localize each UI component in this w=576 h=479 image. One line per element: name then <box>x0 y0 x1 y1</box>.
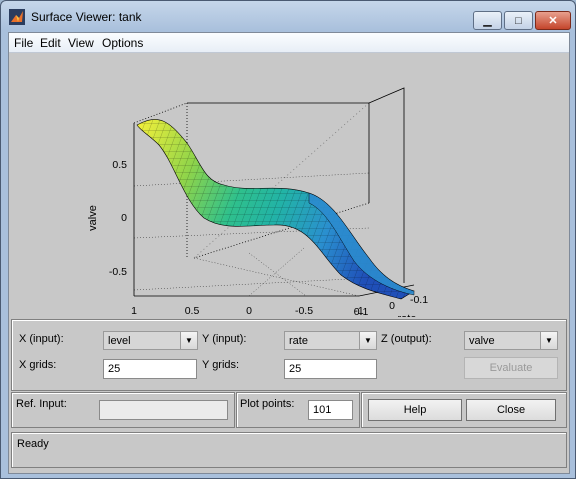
status-panel: Ready <box>11 432 567 468</box>
help-button[interactable]: Help <box>368 399 462 421</box>
client-area: File Edit View Options 0.5 0 -0.5 valve … <box>8 32 570 474</box>
z-axis-label: valve <box>87 205 99 231</box>
y-input-label: Y (input): <box>202 333 247 345</box>
maximize-button[interactable]: □ <box>504 11 533 30</box>
close-button[interactable]: Close <box>466 399 556 421</box>
x-grids-input[interactable]: 25 <box>103 359 197 379</box>
y-input-value: rate <box>289 335 308 347</box>
z-tick-label: 0 <box>121 212 127 224</box>
y-tick-label: -0.1 <box>410 294 428 306</box>
matlab-icon <box>9 9 25 25</box>
chevron-down-icon: ▼ <box>359 332 376 349</box>
axis-box-side <box>368 87 405 283</box>
menu-view[interactable]: View <box>68 36 94 50</box>
y-axis-label: rate <box>398 313 417 317</box>
close-icon: ✕ <box>548 15 558 27</box>
x-tick-label: 0.5 <box>185 305 200 317</box>
maximize-icon: □ <box>515 14 522 27</box>
window-title: Surface Viewer: tank <box>31 10 142 24</box>
y-grids-input[interactable]: 25 <box>284 359 377 379</box>
y-tick-label: 0.1 <box>354 306 369 317</box>
variables-panel: X (input): level ▼ Y (input): rate ▼ Z (… <box>11 319 567 391</box>
menu-options[interactable]: Options <box>102 36 143 50</box>
x-input-value: level <box>108 335 131 347</box>
title-bar[interactable]: Surface Viewer: tank ▁ □ ✕ <box>1 1 575 31</box>
y-tick-label: 0 <box>389 300 395 312</box>
menu-file[interactable]: File <box>14 36 33 50</box>
surface-plot[interactable]: 0.5 0 -0.5 valve 1 0.5 0 -0.5 -1 level 0… <box>9 53 569 317</box>
y-input-select[interactable]: rate ▼ <box>284 331 377 350</box>
x-input-select[interactable]: level ▼ <box>103 331 198 350</box>
ref-input-label: Ref. Input: <box>16 398 67 410</box>
menu-edit[interactable]: Edit <box>40 36 61 50</box>
z-tick-label: -0.5 <box>109 266 127 278</box>
close-window-button[interactable]: ✕ <box>535 11 571 30</box>
menu-bar: File Edit View Options <box>9 33 569 53</box>
y-grids-label: Y grids: <box>202 359 240 371</box>
z-tick-label: 0.5 <box>112 159 127 171</box>
plot-points-panel: Plot points: 101 <box>236 392 360 428</box>
x-tick-label: -0.5 <box>295 305 313 317</box>
buttons-panel: Help Close <box>361 392 567 428</box>
surface-viewer-window: Surface Viewer: tank ▁ □ ✕ File Edit Vie… <box>0 0 576 479</box>
x-input-label: X (input): <box>19 333 64 345</box>
z-output-value: valve <box>469 335 495 347</box>
minimize-icon: ▁ <box>483 15 492 27</box>
plot-points-label: Plot points: <box>240 398 295 410</box>
x-grids-label: X grids: <box>19 359 57 371</box>
chevron-down-icon: ▼ <box>180 332 197 349</box>
ref-input-field[interactable] <box>99 400 228 420</box>
minimize-button[interactable]: ▁ <box>473 11 502 30</box>
z-output-label: Z (output): <box>381 333 432 345</box>
chevron-down-icon: ▼ <box>540 332 557 349</box>
plot-points-input[interactable]: 101 <box>308 400 353 420</box>
status-text: Ready <box>17 438 49 450</box>
evaluate-button[interactable]: Evaluate <box>464 357 558 379</box>
x-tick-label: 1 <box>131 305 137 317</box>
ref-input-panel: Ref. Input: <box>11 392 235 428</box>
x-tick-label: 0 <box>246 305 252 317</box>
z-output-select[interactable]: valve ▼ <box>464 331 558 350</box>
